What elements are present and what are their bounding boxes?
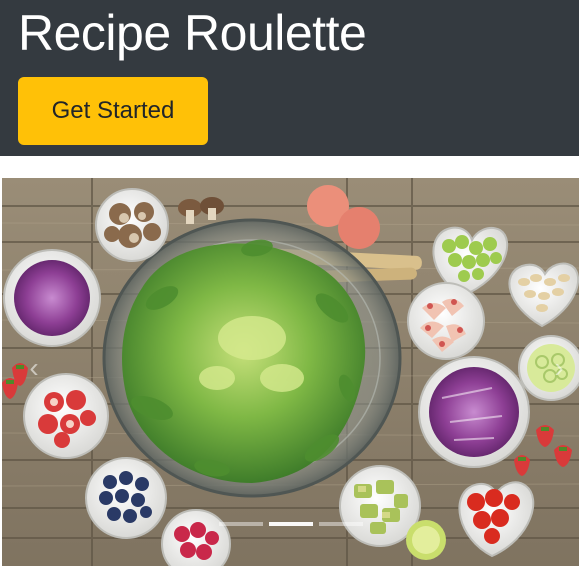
page: Recipe Roulette Get Started ‹ › [0,0,579,566]
carousel-indicator[interactable] [318,522,363,526]
page-title: Recipe Roulette [18,5,367,61]
chevron-left-icon[interactable]: ‹ [20,348,48,388]
vegetables-salad-photo [2,178,579,566]
hero-banner: Recipe Roulette Get Started [0,0,579,156]
carousel-indicators [2,522,579,526]
carousel-indicator[interactable] [218,522,263,526]
carousel-indicator[interactable] [268,522,313,526]
chevron-right-icon[interactable]: › [545,348,573,388]
get-started-button[interactable]: Get Started [18,77,208,145]
image-carousel[interactable]: ‹ › [2,178,579,566]
